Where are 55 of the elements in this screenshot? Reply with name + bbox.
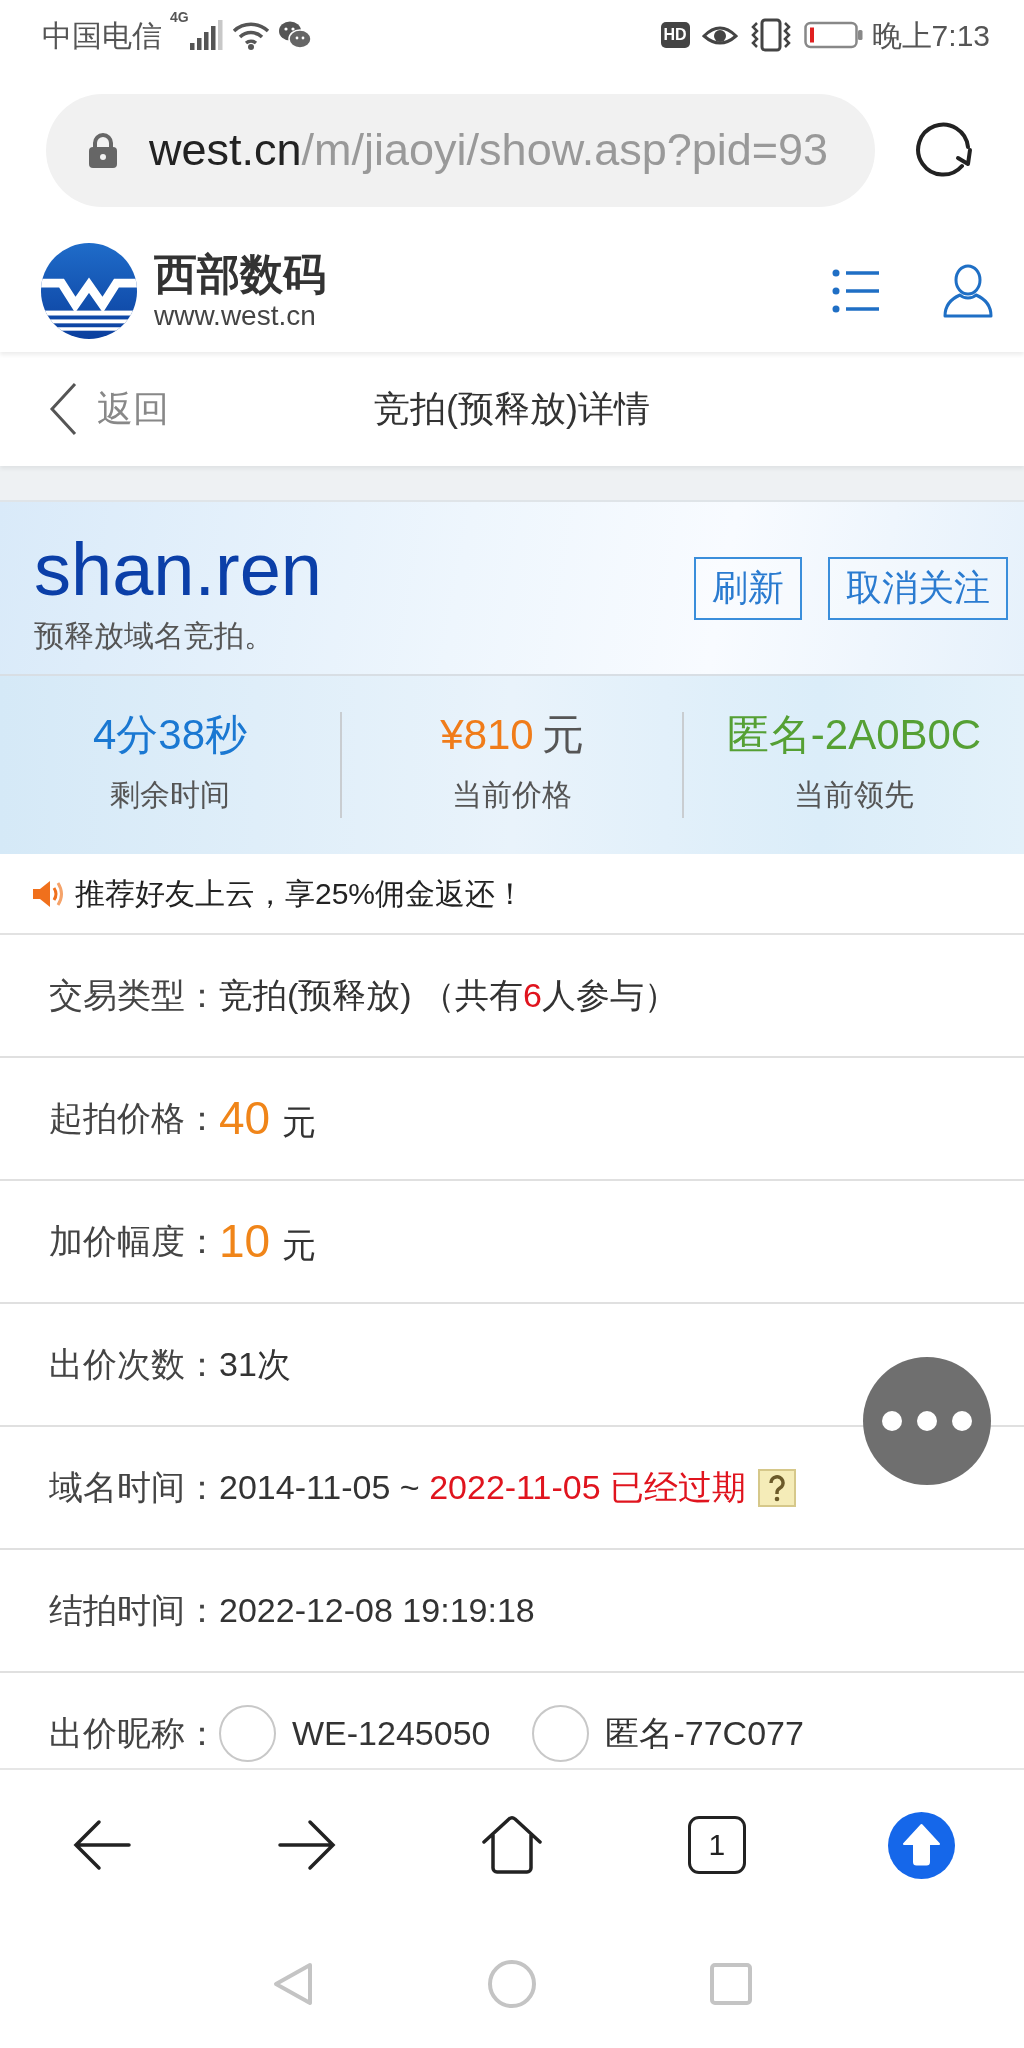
stat-label: 当前价格 [452, 780, 572, 810]
row-value: 2014-11-05 ~ 2022-11-05 已经过期 [219, 1467, 746, 1508]
forward-arrow-icon[interactable] [278, 1819, 337, 1871]
unfollow-button[interactable]: 取消关注 [828, 556, 1008, 620]
wifi-icon [231, 20, 270, 50]
radio-button[interactable] [532, 1705, 590, 1762]
stat-value: ¥810 元 [440, 714, 584, 756]
chevron-left-icon [49, 382, 77, 436]
tabs-button[interactable]: 1 [687, 1816, 746, 1874]
home-icon[interactable] [481, 1815, 543, 1875]
domain-subtitle: 预释放域名竞拍。 [34, 621, 275, 651]
promo-text[interactable]: 推荐好友上云，享25%佣金返还！ [75, 871, 526, 916]
brand-name: 西部数码 [154, 252, 326, 296]
row-value: 40 元 [219, 1091, 317, 1146]
row-value: 2022-12-08 19:19:18 [219, 1590, 535, 1631]
battery-icon [803, 21, 864, 49]
upload-icon[interactable] [888, 1811, 956, 1879]
more-icon [881, 1410, 973, 1432]
row-label: 域名时间： [49, 1467, 219, 1508]
row-label: 起拍价格： [49, 1098, 219, 1139]
page-title: 竞拍(预释放)详情 [374, 387, 650, 431]
stat-label: 剩余时间 [110, 780, 230, 810]
reload-icon[interactable] [913, 120, 973, 180]
lock-icon [88, 132, 118, 168]
clock-time: 晚上7:13 [871, 17, 990, 54]
stat-value: 匿名-2A0B0C [726, 714, 982, 756]
user-icon[interactable] [943, 264, 993, 318]
back-arrow-icon[interactable] [73, 1819, 132, 1871]
row-value: 31次 [219, 1344, 291, 1385]
stat-value: 4分38秒 [92, 714, 248, 756]
vibrate-icon [749, 18, 792, 52]
hd-indicator: HD [660, 22, 690, 48]
domain-name: shan.ren [34, 533, 322, 607]
network-type-label: 4G [170, 10, 189, 24]
menu-icon[interactable] [832, 268, 880, 314]
address-field[interactable]: west.cn/m/jiaoyi/show.asp?pid=93 [46, 93, 875, 207]
row-value: 10 元 [219, 1214, 317, 1269]
radio-button[interactable] [219, 1705, 276, 1762]
radio-label: 匿名-77C077 [605, 1713, 804, 1754]
chat-bubbles-icon [277, 20, 312, 50]
row-label: 交易类型： [49, 975, 219, 1016]
row-label: 出价昵称： [49, 1713, 219, 1754]
signal-icon [189, 20, 224, 50]
stat-label: 当前领先 [794, 780, 914, 810]
row-label: 结拍时间： [49, 1590, 219, 1631]
brand-url: www.west.cn [154, 301, 317, 330]
logo-icon[interactable] [40, 242, 138, 340]
row-label: 出价次数： [49, 1344, 219, 1385]
row-label: 加价幅度： [49, 1221, 219, 1262]
row-value: 竞拍(预释放) （共有6人参与） [219, 975, 678, 1016]
radio-label: WE-1245050 [292, 1713, 491, 1754]
back-link[interactable]: 返回 [49, 382, 169, 436]
help-icon[interactable] [758, 1468, 796, 1507]
refresh-button[interactable]: 刷新 [694, 556, 802, 620]
carrier-name: 中国电信 [42, 17, 162, 54]
